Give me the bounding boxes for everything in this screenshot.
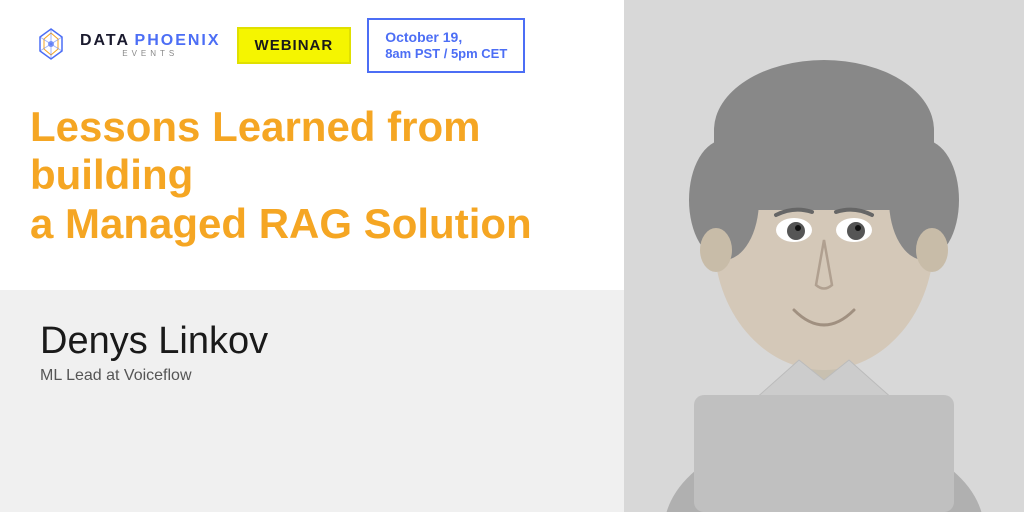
dp-events-label: EVENTS [80, 50, 221, 59]
data-phoenix-logo: DATA PHOENIX EVENTS [30, 25, 221, 67]
speaker-photo-svg [624, 0, 1024, 512]
dp-text-block: DATA PHOENIX EVENTS [80, 32, 221, 58]
speaker-photo-area [624, 0, 1024, 512]
title-heading: Lessons Learned from building a Managed … [30, 103, 650, 248]
main-title-area: Lessons Learned from building a Managed … [0, 83, 680, 248]
webinar-badge: WEBINAR [237, 27, 352, 64]
banner: x/a ∅ a² ∫dx x²+a² [0, 0, 1024, 512]
date-box: October 19, 8am PST / 5pm CET [367, 18, 525, 73]
dp-data-label: DATA PHOENIX [80, 32, 221, 50]
